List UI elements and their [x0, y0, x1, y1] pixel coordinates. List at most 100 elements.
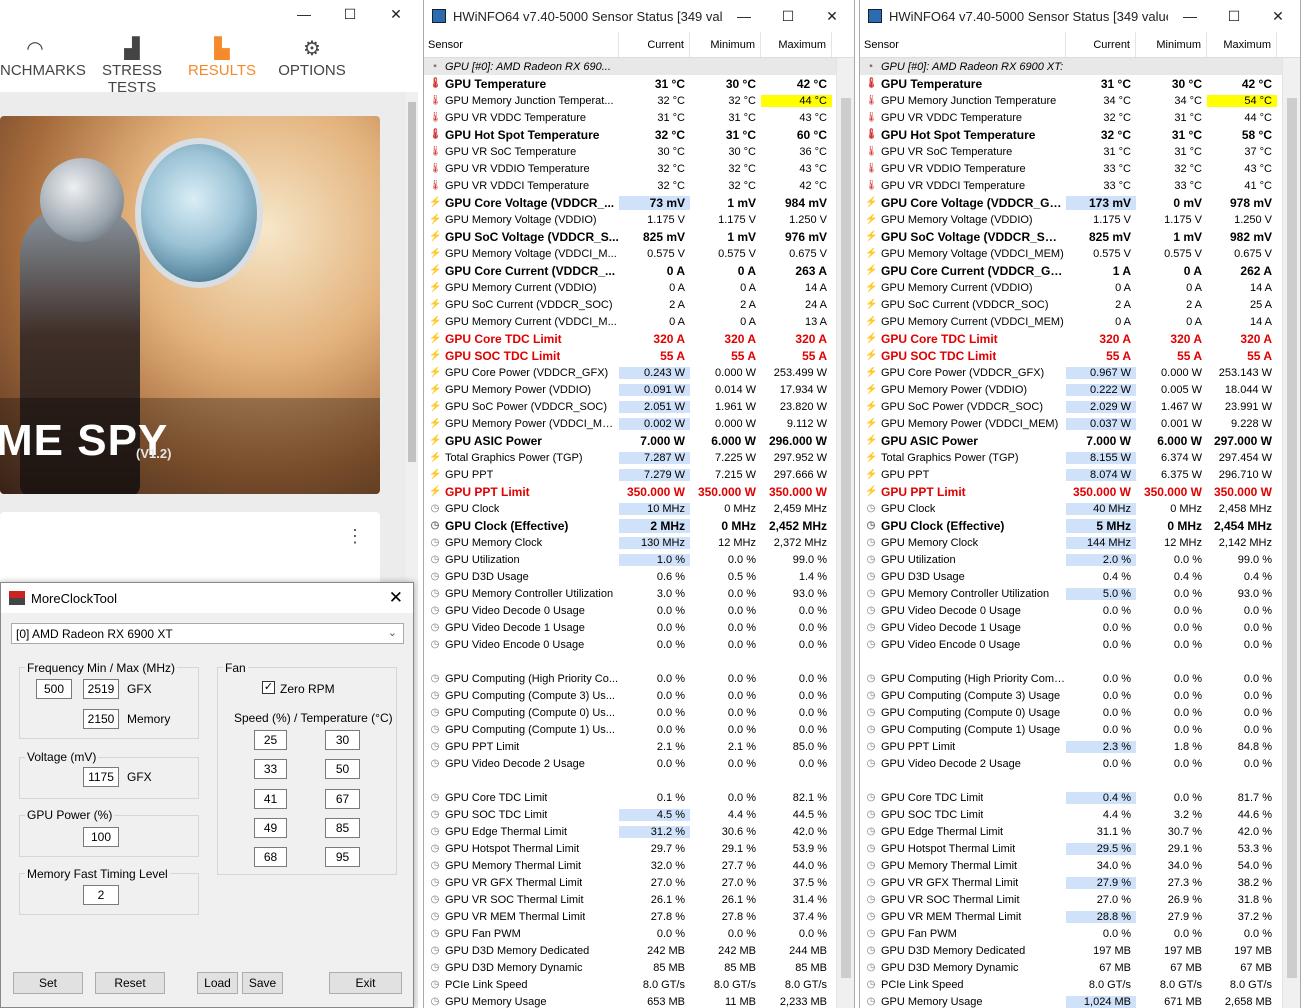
timing-input[interactable]: 2: [83, 885, 119, 905]
nav-benchmarks[interactable]: ◠ENCHMARKS: [0, 36, 86, 96]
benchmark-hero-image[interactable]: ME SPY (V1.2): [0, 116, 380, 494]
sensor-row[interactable]: ⚡ GPU Memory Voltage (VDDIO) 1.175 V 1.175 …: [424, 211, 836, 228]
sensor-row[interactable]: ◷ GPU Memory Thermal Limit 34.0 % 34.0 % 54.…: [860, 857, 1282, 874]
set-button[interactable]: Set: [13, 972, 83, 994]
sensor-row[interactable]: ◷ GPU D3D Memory Dedicated 242 MB 242 MB 244…: [424, 942, 836, 959]
freq-max-input[interactable]: 2519: [83, 679, 119, 699]
sensor-row[interactable]: ◷ GPU Edge Thermal Limit 31.1 % 30.7 % 42.0 …: [860, 823, 1282, 840]
exit-button[interactable]: Exit: [329, 972, 402, 994]
sensor-row[interactable]: ⚡ GPU Core Current (VDDCR_... 0 A 0 A 263 A: [424, 262, 836, 279]
fan-temp-input[interactable]: 85: [325, 818, 360, 838]
sensor-row[interactable]: ◷ GPU Computing (High Priority Co... 0.0 %…: [424, 670, 836, 687]
sensor-row[interactable]: ◷ GPU Computing (Compute 0) Us... 0.0 % 0.0…: [424, 704, 836, 721]
sensor-row[interactable]: ◷ GPU Memory Clock 130 MHz 12 MHz 2,372 MHz: [424, 534, 836, 551]
maximize-icon[interactable]: ☐: [340, 6, 360, 23]
sensor-row[interactable]: ◷ GPU Computing (Compute 3) Usage 0.0 % 0.0…: [860, 687, 1282, 704]
sensor-row[interactable]: ◷ GPU D3D Memory Dynamic 67 MB 67 MB 67 MB: [860, 959, 1282, 976]
sensor-row[interactable]: ◷ GPU Core TDC Limit 0.1 % 0.0 % 82.1 %: [424, 789, 836, 806]
sensor-row[interactable]: ◷ GPU Clock (Effective) 5 MHz 0 MHz 2,454 MH…: [860, 517, 1282, 534]
power-input[interactable]: 100: [83, 827, 119, 847]
col-sensor-header[interactable]: Sensor: [860, 32, 1066, 57]
more-options-icon[interactable]: ⋮: [346, 526, 364, 547]
sensor-row[interactable]: ⚡ GPU Memory Current (VDDCI_MEM) 0 A 0 A 14 …: [860, 313, 1282, 330]
sensor-row[interactable]: ◷ GPU PPT Limit 2.3 % 1.8 % 84.8 %: [860, 738, 1282, 755]
sensor-row[interactable]: ◷ GPU Fan PWM 0.0 % 0.0 % 0.0 %: [860, 925, 1282, 942]
sensor-row[interactable]: ◷ GPU SOC TDC Limit 4.5 % 4.4 % 44.5 %: [424, 806, 836, 823]
sensor-row[interactable]: ⚡ GPU PPT 7.279 W 7.215 W 297.666 W: [424, 466, 836, 483]
sensor-row[interactable]: 🌡 GPU VR SoC Temperature 30 °C 30 °C 36 °C: [424, 143, 836, 160]
sensor-row[interactable]: ◷ GPU Video Encode 0 Usage 0.0 % 0.0 % 0.0 %: [860, 636, 1282, 653]
sensor-row[interactable]: ◷ GPU VR GFX Thermal Limit 27.0 % 27.0 % 37.…: [424, 874, 836, 891]
scrollbar-thumb[interactable]: [408, 102, 416, 462]
gpu-select[interactable]: [0] AMD Radeon RX 6900 XT ⌄: [11, 623, 404, 644]
sensor-row[interactable]: ⚡ GPU Memory Current (VDDCI_M... 0 A 0 A 13 …: [424, 313, 836, 330]
save-button[interactable]: Save: [242, 972, 283, 994]
fan-speed-input[interactable]: 33: [254, 759, 287, 779]
sensor-row[interactable]: ⚡ GPU Memory Voltage (VDDCI_M... 0.575 V 0.…: [424, 245, 836, 262]
fan-speed-input[interactable]: 41: [254, 789, 287, 809]
sensor-row[interactable]: ◷ PCIe Link Speed 8.0 GT/s 8.0 GT/s 8.0 GT/s: [424, 976, 836, 993]
load-button[interactable]: Load: [197, 972, 238, 994]
col-sensor-header[interactable]: Sensor: [424, 32, 619, 57]
sensor-row[interactable]: ⚡ GPU SoC Power (VDDCR_SOC) 2.051 W 1.961 W…: [424, 398, 836, 415]
memory-clock-input[interactable]: 2150: [83, 709, 119, 729]
sensor-row[interactable]: ◷ GPU Memory Thermal Limit 32.0 % 27.7 % 44.…: [424, 857, 836, 874]
sensor-row[interactable]: 🌡 GPU Hot Spot Temperature 32 °C 31 °C 60 °C: [424, 126, 836, 143]
sensor-row[interactable]: ⚡ GPU ASIC Power 7.000 W 6.000 W 297.000 W: [860, 432, 1282, 449]
sensor-row[interactable]: 🌡 GPU Memory Junction Temperature 34 °C 34 …: [860, 92, 1282, 109]
sensor-row[interactable]: ◷ GPU Core TDC Limit 0.4 % 0.0 % 81.7 %: [860, 789, 1282, 806]
sensor-row[interactable]: ◷ GPU Video Decode 1 Usage 0.0 % 0.0 % 0.0 %: [424, 619, 836, 636]
sensor-row[interactable]: ⚡ Total Graphics Power (TGP) 7.287 W 7.225 …: [424, 449, 836, 466]
sensor-row[interactable]: ⚡ GPU Core Power (VDDCR_GFX) 0.967 W 0.000 …: [860, 364, 1282, 381]
close-icon[interactable]: ✕: [1256, 8, 1300, 25]
close-icon[interactable]: ✕: [810, 8, 854, 25]
hwinfo-scrollbar[interactable]: [1282, 58, 1300, 1008]
sensor-row[interactable]: ⚡ GPU Memory Voltage (VDDIO) 1.175 V 1.175 …: [860, 211, 1282, 228]
col-maximum-header[interactable]: Maximum: [1207, 32, 1277, 57]
sensor-row[interactable]: ◷ GPU VR SOC Thermal Limit 27.0 % 26.9 % 31.…: [860, 891, 1282, 908]
minimize-icon[interactable]: —: [1168, 8, 1212, 25]
sensor-row[interactable]: ◷ GPU VR SOC Thermal Limit 26.1 % 26.1 % 31.…: [424, 891, 836, 908]
close-icon[interactable]: ✕: [389, 588, 403, 608]
sensor-row[interactable]: ◷ GPU VR MEM Thermal Limit 28.8 % 27.9 % 37.…: [860, 908, 1282, 925]
fan-speed-input[interactable]: 49: [254, 818, 287, 838]
sensor-row[interactable]: ◷ GPU Utilization 2.0 % 0.0 % 99.0 %: [860, 551, 1282, 568]
sensor-row[interactable]: 🌡 GPU Temperature 31 °C 30 °C 42 °C: [860, 75, 1282, 92]
sensor-row[interactable]: ◷ GPU Hotspot Thermal Limit 29.5 % 29.1 % 53…: [860, 840, 1282, 857]
sensor-row[interactable]: ⚡ GPU PPT 8.074 W 6.375 W 296.710 W: [860, 466, 1282, 483]
sensor-group-header[interactable]: ▪ GPU [#0]: AMD Radeon RX 690...: [424, 58, 836, 75]
sensor-row[interactable]: ◷ GPU Edge Thermal Limit 31.2 % 30.6 % 42.0 …: [424, 823, 836, 840]
sensor-row[interactable]: 🌡 GPU VR SoC Temperature 31 °C 31 °C 37 °C: [860, 143, 1282, 160]
sensor-row[interactable]: ◷ PCIe Link Speed 8.0 GT/s 8.0 GT/s 8.0 GT/s: [860, 976, 1282, 993]
sensor-row[interactable]: ⚡ GPU SoC Current (VDDCR_SOC) 2 A 2 A 24 A: [424, 296, 836, 313]
sensor-row[interactable]: ⚡ GPU Core Power (VDDCR_GFX) 0.243 W 0.000 …: [424, 364, 836, 381]
sensor-row[interactable]: ⚡ GPU Core Voltage (VDDCR_GFX) 173 mV 0 mV 9…: [860, 194, 1282, 211]
fan-temp-input[interactable]: 30: [325, 730, 360, 750]
sensor-row[interactable]: ⚡ GPU Core Voltage (VDDCR_... 73 mV 1 mV 984…: [424, 194, 836, 211]
col-current-header[interactable]: Current: [619, 32, 690, 57]
maximize-icon[interactable]: ☐: [1212, 8, 1256, 25]
sensor-row[interactable]: ◷ GPU Clock (Effective) 2 MHz 0 MHz 2,452 MH…: [424, 517, 836, 534]
sensor-row[interactable]: ◷ GPU Video Decode 2 Usage 0.0 % 0.0 % 0.0 %: [424, 755, 836, 772]
sensor-row[interactable]: ⚡ GPU Memory Current (VDDIO) 0 A 0 A 14 A: [860, 279, 1282, 296]
sensor-row[interactable]: ◷ GPU Video Decode 2 Usage 0.0 % 0.0 % 0.0 %: [860, 755, 1282, 772]
nav-options[interactable]: ⚙ OPTIONS: [274, 36, 350, 96]
sensor-row[interactable]: ⚡ GPU Memory Power (VDDCI_MEM) 0.002 W 0.00…: [424, 415, 836, 432]
sensor-row[interactable]: ◷ GPU D3D Usage 0.6 % 0.5 % 1.4 %: [424, 568, 836, 585]
nav-stress-tests[interactable]: ▟ STRESS TESTS: [94, 36, 170, 96]
sensor-row[interactable]: ⚡ GPU SoC Power (VDDCR_SOC) 2.029 W 1.467 W…: [860, 398, 1282, 415]
col-maximum-header[interactable]: Maximum: [761, 32, 832, 57]
sensor-row[interactable]: ⚡ GPU SoC Current (VDDCR_SOC) 2 A 2 A 25 A: [860, 296, 1282, 313]
scrollbar-thumb[interactable]: [1287, 98, 1297, 978]
sensor-row[interactable]: ⚡ GPU Core TDC Limit 320 A 320 A 320 A: [860, 330, 1282, 347]
sensor-row[interactable]: ◷ GPU D3D Usage 0.4 % 0.4 % 0.4 %: [860, 568, 1282, 585]
sensor-row[interactable]: ⚡ GPU SOC TDC Limit 55 A 55 A 55 A: [424, 347, 836, 364]
sensor-row[interactable]: ◷ GPU Computing (Compute 3) Us... 0.0 % 0.0…: [424, 687, 836, 704]
fan-speed-input[interactable]: 25: [254, 730, 287, 750]
sensor-row[interactable]: ◷ GPU Computing (Compute 1) Usage 0.0 % 0.0…: [860, 721, 1282, 738]
sensor-row[interactable]: ◷ GPU Memory Controller Utilization 3.0 % 0…: [424, 585, 836, 602]
sensor-row[interactable]: ⚡ GPU SOC TDC Limit 55 A 55 A 55 A: [860, 347, 1282, 364]
fan-temp-input[interactable]: 67: [325, 789, 360, 809]
sensor-row[interactable]: ⚡ GPU Memory Power (VDDIO) 0.091 W 0.014 W 1…: [424, 381, 836, 398]
sensor-row[interactable]: 🌡 GPU VR VDDC Temperature 31 °C 31 °C 43 °C: [424, 109, 836, 126]
